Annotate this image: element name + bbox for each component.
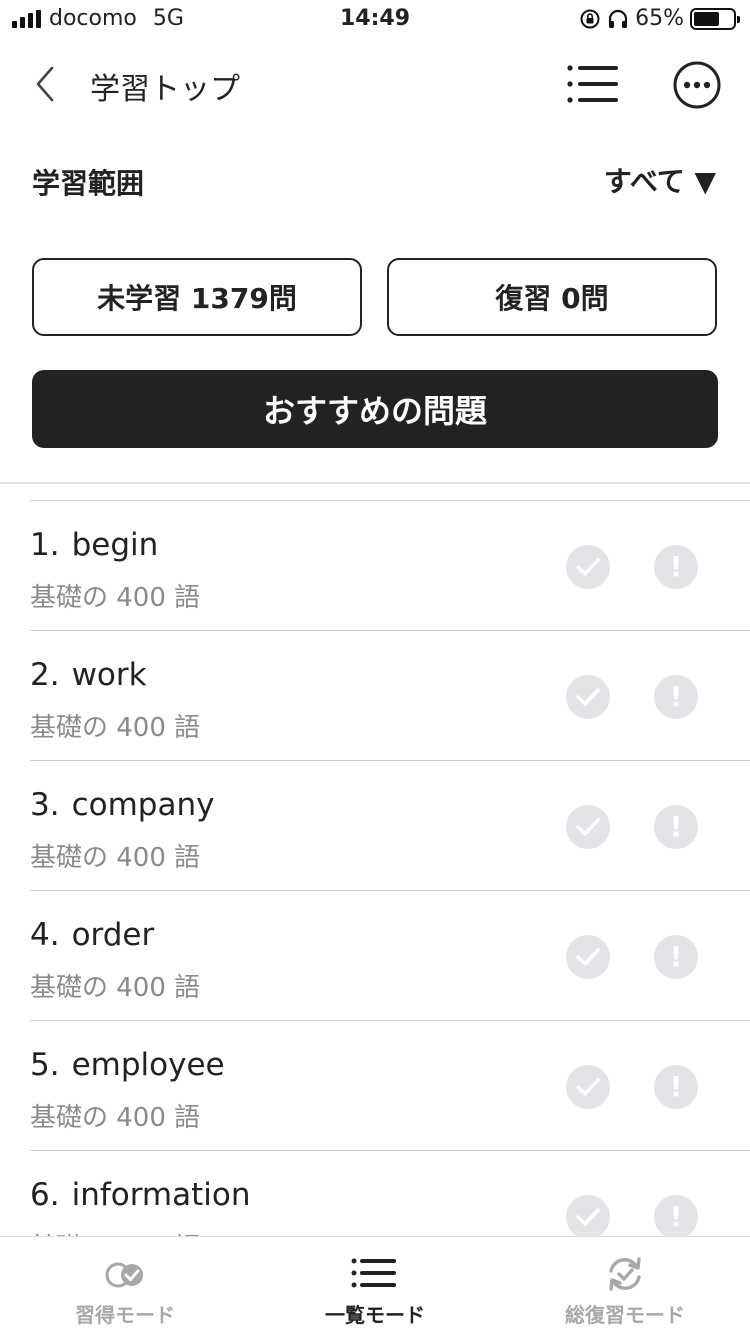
list-button[interactable] <box>566 64 622 104</box>
back-button[interactable] <box>28 62 68 106</box>
study-range: 学習範囲 すべて ▼ <box>0 156 750 206</box>
word-number: 5. <box>30 1047 60 1083</box>
review-flag-toggle[interactable]: ! <box>654 935 698 979</box>
exclamation-icon: ! <box>669 940 683 973</box>
tab-label: 習得モード <box>75 1303 175 1327</box>
nav-bar: 学習トップ <box>0 44 750 124</box>
unlearned-button[interactable]: 未学習 1379問 <box>32 258 362 336</box>
word-text: employee <box>71 1047 225 1083</box>
list-icon <box>351 1258 396 1288</box>
review-flag-toggle[interactable]: ! <box>654 545 698 589</box>
review-flag-toggle[interactable]: ! <box>654 1065 698 1109</box>
mastered-toggle[interactable] <box>566 545 610 589</box>
mastered-toggle[interactable] <box>566 935 610 979</box>
list-item[interactable]: 3. company 基礎の 400 語 ! <box>30 760 750 890</box>
list-icon <box>567 65 618 103</box>
tab-label: 一覧モード <box>325 1303 425 1327</box>
check-icon <box>576 688 600 706</box>
review-flag-toggle[interactable]: ! <box>654 1195 698 1236</box>
check-icon <box>576 1078 600 1096</box>
word-text: information <box>71 1177 251 1213</box>
word-text: company <box>71 787 215 823</box>
word-number: 2. <box>30 657 60 693</box>
tab-total-review-mode[interactable]: 総復習モード <box>500 1237 750 1334</box>
review-flag-toggle[interactable]: ! <box>654 675 698 719</box>
mastered-toggle[interactable] <box>566 1195 610 1236</box>
status-bar: docomo 5G 14:49 65% <box>0 0 750 40</box>
rotation-lock-icon <box>580 9 600 28</box>
chevron-left-icon <box>36 66 54 102</box>
word-title: 3. company <box>30 787 214 823</box>
word-number: 6. <box>30 1177 60 1213</box>
tab-bar: 習得モード 一覧モード 総復習モード <box>0 1236 750 1334</box>
exclamation-icon: ! <box>669 1070 683 1103</box>
divider <box>0 482 750 484</box>
battery-percent: 65% <box>635 6 684 31</box>
exclamation-icon: ! <box>669 550 683 583</box>
word-text: work <box>71 657 147 693</box>
mastered-toggle[interactable] <box>566 805 610 849</box>
mastered-toggle[interactable] <box>566 1065 610 1109</box>
tab-label: 総復習モード <box>565 1303 685 1327</box>
word-category: 基礎の 400 語 <box>30 1103 201 1133</box>
more-icon <box>673 61 721 109</box>
word-text: order <box>71 917 155 953</box>
double-check-icon <box>105 1262 143 1288</box>
recommend-button[interactable]: おすすめの問題 <box>32 370 718 448</box>
list-item[interactable]: 5. employee 基礎の 400 語 ! <box>30 1020 750 1150</box>
word-title: 4. order <box>30 917 154 953</box>
word-list: 1. begin 基礎の 400 語 ! 2. work 基礎の 400 語 ! 3… <box>0 500 750 1236</box>
refresh-check-icon <box>609 1257 641 1291</box>
word-category: 基礎の 400 語 <box>30 713 201 743</box>
page-title: 学習トップ <box>90 72 240 107</box>
word-category: 基礎の 400 語 <box>30 1227 200 1236</box>
check-icon <box>576 1208 600 1226</box>
word-category: 基礎の 400 語 <box>30 583 201 613</box>
exclamation-icon: ! <box>669 680 683 713</box>
review-flag-toggle[interactable]: ! <box>654 805 698 849</box>
headphones-icon <box>608 9 628 28</box>
word-text: begin <box>71 527 159 563</box>
tab-learn-mode[interactable]: 習得モード <box>0 1237 250 1334</box>
word-title: 5. employee <box>30 1047 225 1083</box>
exclamation-icon: ! <box>669 810 683 843</box>
list-item[interactable]: 2. work 基礎の 400 語 ! <box>30 630 750 760</box>
word-number: 4. <box>30 917 60 953</box>
check-icon <box>576 948 600 966</box>
range-label: 学習範囲 <box>32 167 145 200</box>
list-item[interactable]: 1. begin 基礎の 400 語 ! <box>30 500 750 630</box>
exclamation-icon: ! <box>669 1200 683 1233</box>
word-category: 基礎の 400 語 <box>30 973 201 1003</box>
range-dropdown[interactable]: すべて ▼ <box>604 160 716 200</box>
review-button[interactable]: 復習 0問 <box>387 258 717 336</box>
word-title: 6. information <box>30 1177 251 1213</box>
word-number: 3. <box>30 787 60 823</box>
more-button[interactable] <box>672 60 722 110</box>
check-icon <box>576 558 600 576</box>
list-item[interactable]: 4. order 基礎の 400 語 ! <box>30 890 750 1020</box>
status-right: 65% <box>579 6 740 31</box>
word-number: 1. <box>30 527 60 563</box>
check-icon <box>576 818 600 836</box>
battery-fill <box>694 11 719 26</box>
mastered-toggle[interactable] <box>566 675 610 719</box>
word-title: 2. work <box>30 657 147 693</box>
word-category: 基礎の 400 語 <box>30 843 201 873</box>
word-title: 1. begin <box>30 527 158 563</box>
list-item[interactable]: 6. information 基礎の 400 語 ! <box>30 1150 750 1236</box>
battery-icon <box>690 7 740 30</box>
tab-list-mode[interactable]: 一覧モード <box>250 1237 500 1334</box>
